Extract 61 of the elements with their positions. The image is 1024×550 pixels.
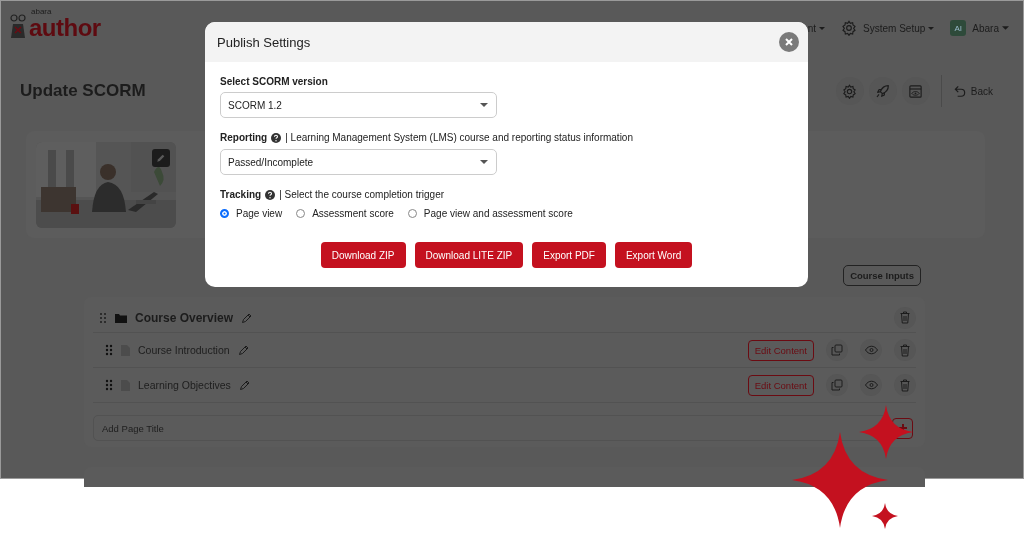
field-label: Tracking xyxy=(220,189,262,200)
copy-icon xyxy=(831,379,843,391)
caret-icon xyxy=(819,26,826,30)
radio-option[interactable]: Assessment score xyxy=(296,208,394,219)
trash-icon xyxy=(899,343,911,357)
undo-arrow-icon xyxy=(952,84,967,98)
copy-icon xyxy=(831,344,843,356)
drag-handle-icon xyxy=(105,379,113,391)
section-title: Course Overview xyxy=(135,310,234,325)
avatar: AI xyxy=(950,20,967,36)
export-button[interactable]: Export PDF xyxy=(532,242,606,268)
pencil-icon[interactable] xyxy=(237,344,250,356)
help-icon[interactable] xyxy=(271,132,282,143)
field-description: | Learning Management System (LMS) course and reporting status information xyxy=(285,132,633,143)
radio-option[interactable]: Page view xyxy=(220,208,283,219)
pencil-icon[interactable] xyxy=(238,379,251,391)
user-menu[interactable]: AI Abara xyxy=(950,20,1009,36)
page-title-text: Course Introduction xyxy=(138,344,230,356)
settings-icon xyxy=(842,83,858,99)
page-title: Update SCORM xyxy=(20,81,146,101)
preview-button[interactable] xyxy=(860,374,882,396)
export-button[interactable]: Export Word xyxy=(614,242,693,268)
caret-icon xyxy=(928,26,935,30)
delete-button[interactable] xyxy=(894,374,916,396)
close-button[interactable] xyxy=(779,32,799,52)
scorm-version-select[interactable]: SCORM 1.2 xyxy=(220,92,497,118)
pencil-icon xyxy=(156,153,166,163)
help-icon[interactable] xyxy=(265,189,276,200)
radio-button[interactable] xyxy=(220,209,229,218)
trash-icon xyxy=(899,378,911,392)
eye-icon xyxy=(864,380,878,390)
delete-button[interactable] xyxy=(894,306,916,329)
preview-window-icon xyxy=(908,83,924,99)
page-title-text: Learning Objectives xyxy=(138,379,231,391)
trash-icon xyxy=(899,311,911,324)
rocket-icon xyxy=(874,83,891,99)
mascot-icon xyxy=(9,14,27,40)
drag-handle-icon xyxy=(99,311,107,324)
field-description: | Select the course completion trigger xyxy=(279,189,445,200)
drag-handle-icon xyxy=(105,344,113,356)
edit-image-button[interactable] xyxy=(152,149,170,167)
field-label: Select SCORM version xyxy=(220,76,328,87)
pencil-icon[interactable] xyxy=(241,311,254,324)
plus-icon xyxy=(898,424,907,432)
duplicate-button[interactable] xyxy=(826,339,848,361)
preview-button[interactable] xyxy=(860,339,882,361)
dropdown-caret-icon xyxy=(480,160,488,164)
reporting-select[interactable]: Passed/Incomplete xyxy=(220,149,497,175)
delete-button[interactable] xyxy=(894,339,916,361)
export-button[interactable]: Download LITE ZIP xyxy=(414,242,524,268)
eye-icon xyxy=(864,345,878,355)
export-button[interactable]: Download ZIP xyxy=(320,242,406,268)
folder-icon xyxy=(115,312,127,323)
caret-icon xyxy=(1002,26,1009,30)
dropdown-caret-icon xyxy=(480,103,488,107)
field-label: Reporting xyxy=(220,132,268,143)
close-icon xyxy=(785,38,793,46)
duplicate-button[interactable] xyxy=(826,374,848,396)
settings-icon xyxy=(841,20,858,36)
dialog-title: Publish Settings xyxy=(217,34,311,50)
radio-option[interactable]: Page view and assessment score xyxy=(407,208,573,219)
